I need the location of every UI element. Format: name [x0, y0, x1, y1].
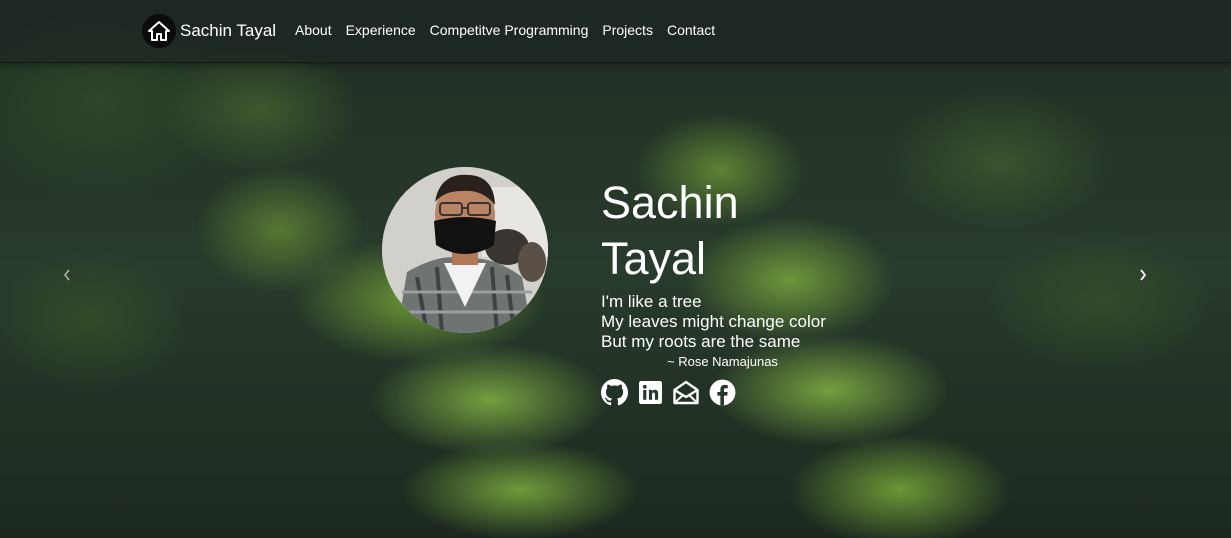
carousel-next-button[interactable]: [1131, 262, 1155, 292]
quote-line: My leaves might change color: [601, 312, 826, 331]
chevron-left-icon: [62, 268, 72, 287]
facebook-link[interactable]: [708, 379, 736, 411]
carousel-prev-button[interactable]: [55, 262, 79, 292]
quote: I'm like a tree My leaves might change c…: [601, 292, 826, 352]
nav-link-about[interactable]: About: [288, 22, 339, 38]
navbar: Sachin Tayal About Experience Competitve…: [0, 0, 1231, 63]
hero-name: Sachin Tayal: [601, 175, 801, 287]
hero-name-first: Sachin: [601, 177, 739, 228]
home-icon: [142, 14, 176, 48]
brand-name: Sachin Tayal: [180, 21, 277, 40]
nav-link-competitive-programming[interactable]: Competitve Programming: [423, 22, 596, 38]
linkedin-link[interactable]: [636, 381, 664, 409]
profile-photo: [382, 167, 548, 333]
mail-icon: [672, 379, 700, 411]
facebook-icon: [709, 379, 736, 411]
nav-link-experience[interactable]: Experience: [339, 22, 423, 38]
email-link[interactable]: [672, 379, 700, 411]
quote-line: But my roots are the same: [601, 332, 801, 351]
chevron-right-icon: [1138, 268, 1148, 287]
nav-link-projects[interactable]: Projects: [595, 22, 660, 38]
social-links: [600, 379, 744, 411]
hero-name-last: Tayal: [601, 233, 707, 284]
brand-link[interactable]: Sachin Tayal: [142, 14, 276, 48]
github-link[interactable]: [600, 379, 628, 411]
quote-author: ~ Rose Namajunas: [667, 354, 778, 369]
page: Sachin Tayal About Experience Competitve…: [0, 0, 1231, 538]
nav-link-contact[interactable]: Contact: [660, 22, 722, 38]
linkedin-icon: [638, 380, 663, 410]
quote-line: I'm like a tree: [601, 292, 702, 311]
nav-links: About Experience Competitve Programming …: [288, 22, 722, 38]
github-icon: [600, 379, 628, 411]
